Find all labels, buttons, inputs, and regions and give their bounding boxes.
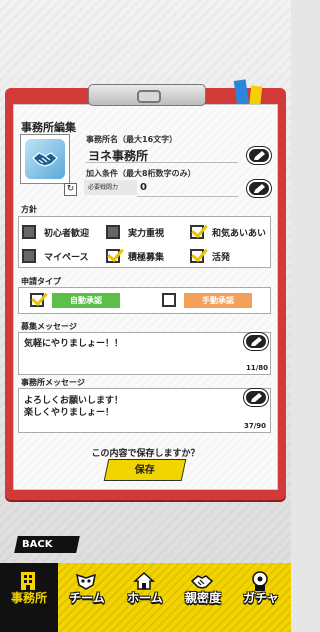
nav-label-team: チーム bbox=[69, 591, 105, 605]
nav-item-gacha[interactable]: ガチャ bbox=[232, 563, 290, 632]
manual-approve-button[interactable]: 手動承認 bbox=[184, 293, 252, 308]
office-message-line2: 楽しくやりましょー！ bbox=[24, 408, 115, 418]
nav-label-intimacy: 親密度 bbox=[184, 591, 221, 605]
requirement-value: 0 bbox=[140, 182, 147, 193]
policy-option-lively[interactable]: 活発 bbox=[190, 249, 230, 263]
nav-label-gacha: ガチャ bbox=[243, 591, 279, 605]
manual-approve-checkbox-wrap[interactable] bbox=[162, 293, 184, 307]
policy-label: 方針 bbox=[21, 205, 37, 214]
edit-name-button[interactable] bbox=[247, 147, 271, 164]
checkbox-beginner[interactable] bbox=[22, 225, 36, 239]
policy-option-label: 積極募集 bbox=[128, 252, 165, 263]
nav-label-office: 事務所 bbox=[10, 591, 47, 605]
checkbox-lively[interactable] bbox=[190, 249, 204, 263]
policy-option-friendly[interactable]: 和気あいあい bbox=[190, 225, 266, 239]
page-title: 事務所編集 bbox=[21, 121, 76, 134]
nav-item-office[interactable]: 事務所 bbox=[0, 563, 58, 632]
requirement-field-label: 必要戦闘力 bbox=[84, 180, 137, 195]
pencil-icon bbox=[253, 150, 265, 160]
edit-recruit-message-button[interactable] bbox=[244, 333, 268, 350]
office-name-underline bbox=[86, 162, 238, 163]
pencil-icon bbox=[250, 392, 262, 402]
policy-option-beginner[interactable]: 初心者歓迎 bbox=[22, 225, 89, 239]
back-button-label: BACK bbox=[22, 539, 53, 550]
edit-requirement-button[interactable] bbox=[247, 180, 271, 197]
checkbox-mypace[interactable] bbox=[22, 249, 36, 263]
recruit-message-counter: 11/80 bbox=[246, 364, 269, 372]
nav-item-team[interactable]: チーム bbox=[58, 563, 116, 632]
nav-item-home[interactable]: ホーム bbox=[116, 563, 174, 632]
auto-approve-checkbox-wrap[interactable] bbox=[30, 293, 52, 307]
application-type-label: 申請タイプ bbox=[21, 277, 61, 286]
office-message-counter: 37/90 bbox=[244, 422, 267, 430]
policy-option-skill[interactable]: 実力重視 bbox=[106, 225, 164, 239]
confirm-text: この内容で保存しますか？ bbox=[91, 449, 200, 459]
pencil-icon bbox=[250, 336, 262, 346]
policy-option-label: 活発 bbox=[212, 252, 231, 263]
checkbox-auto-approve[interactable] bbox=[30, 293, 44, 307]
checkbox-active-recruit[interactable] bbox=[106, 249, 120, 263]
nav-label-home: ホーム bbox=[127, 591, 163, 605]
auto-approve-button[interactable]: 自動承認 bbox=[52, 293, 120, 308]
policy-option-label: 実力重視 bbox=[128, 228, 165, 239]
handshake-emblem-icon bbox=[25, 139, 65, 179]
policy-option-mypace[interactable]: マイペース bbox=[22, 249, 89, 263]
edit-office-message-button[interactable] bbox=[244, 389, 268, 406]
office-message-line1: よろしくお願いします！ bbox=[24, 396, 124, 406]
policy-option-label: 和気あいあい bbox=[212, 228, 267, 239]
clipboard-clip bbox=[88, 84, 206, 106]
checkbox-skill[interactable] bbox=[106, 225, 120, 239]
office-message-label: 事務所メッセージ bbox=[21, 378, 85, 387]
save-button-label: 保存 bbox=[134, 465, 155, 476]
nav-item-intimacy[interactable]: 親密度 bbox=[174, 563, 232, 632]
office-name-label: 事務所名（最大16文字） bbox=[86, 135, 178, 144]
policy-option-active-recruit[interactable]: 積極募集 bbox=[106, 249, 164, 263]
policy-option-label: 初心者歓迎 bbox=[44, 228, 90, 239]
requirement-label: 加入条件（最大8桁数字のみ） bbox=[86, 169, 196, 178]
save-button[interactable]: 保存 bbox=[103, 459, 187, 481]
recruit-message-label: 募集メッセージ bbox=[21, 322, 77, 331]
pencil-icon bbox=[253, 183, 265, 193]
refresh-emblem-icon[interactable]: ↻ bbox=[64, 183, 77, 196]
policy-option-label: マイペース bbox=[44, 252, 89, 263]
recruit-message-text: 気軽にやりましょー！！ bbox=[24, 339, 124, 349]
back-button[interactable]: BACK bbox=[14, 536, 80, 553]
checkbox-friendly[interactable] bbox=[190, 225, 204, 239]
checkbox-manual-approve[interactable] bbox=[162, 293, 176, 307]
requirement-underline bbox=[137, 196, 238, 197]
